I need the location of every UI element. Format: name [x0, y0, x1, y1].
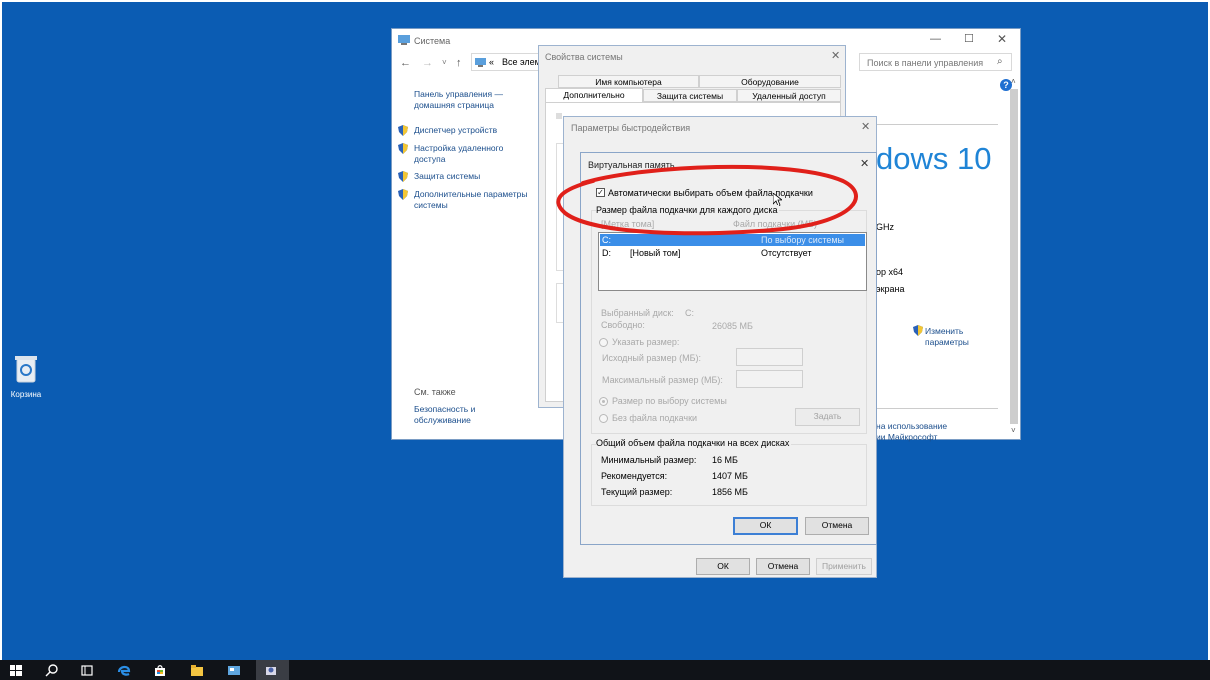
system-managed-radio[interactable] [599, 397, 608, 406]
drive-list[interactable]: C: По выбору системы D: [Новый том] Отсу… [598, 232, 867, 291]
tab-hardware[interactable]: Оборудование [699, 75, 841, 88]
advanced-settings-link[interactable]: Дополнительные параметры системы [414, 189, 544, 211]
min-size-label: Минимальный размер: [601, 455, 697, 465]
scroll-up-icon[interactable]: ˄ [1011, 77, 1016, 86]
divider [876, 408, 998, 409]
cpu-speed-text: GHz [876, 222, 894, 232]
drive-letter: D: [602, 248, 611, 258]
scrollbar[interactable] [1010, 89, 1018, 424]
change-settings-link[interactable]: Изменить параметры [925, 326, 985, 348]
current-size-value: 1856 МБ [712, 487, 748, 497]
start-icon[interactable] [9, 664, 23, 677]
device-manager-link[interactable]: Диспетчер устройств [414, 125, 497, 136]
system-icon [398, 35, 410, 45]
edge-icon[interactable] [117, 664, 131, 677]
free-space-value: 26085 МБ [712, 321, 753, 331]
up-icon[interactable]: ↑ [456, 57, 462, 69]
close-button[interactable]: ✕ [997, 32, 1007, 46]
free-space-label: Свободно: [601, 320, 645, 330]
chevron-down-icon[interactable]: ˅ [442, 58, 447, 67]
shield-icon [398, 125, 408, 136]
close-button[interactable]: ✕ [831, 49, 840, 62]
divider [876, 124, 998, 125]
system-managed-label: Размер по выбору системы [612, 396, 727, 406]
back-icon[interactable]: ← [400, 57, 411, 69]
shield-icon [398, 189, 408, 200]
computer-icon [475, 58, 486, 67]
search-input[interactable]: Поиск в панели управления ⌕ [859, 53, 1012, 71]
recycle-bin-icon [15, 356, 37, 383]
control-panel-home-link[interactable]: Панель управления — домашняя страница [414, 89, 524, 111]
maximize-button[interactable]: ☐ [964, 32, 974, 45]
remote-settings-link[interactable]: Настройка удаленного доступа [414, 143, 524, 165]
cancel-button[interactable]: Отмена [805, 517, 869, 535]
search-placeholder: Поиск в панели управления [867, 58, 984, 68]
minimize-button[interactable]: — [930, 33, 941, 45]
set-button[interactable]: Задать [795, 408, 860, 426]
selected-disk-value: C: [685, 308, 694, 318]
drive-size: Отсутствует [761, 248, 812, 258]
scroll-down-icon[interactable]: ˅ [1011, 426, 1016, 435]
total-group-label: Общий объем файла подкачки на всех диска… [596, 438, 792, 448]
file-explorer-icon[interactable] [190, 664, 204, 677]
drive-label: [Новый том] [630, 248, 681, 258]
address-text: Все элем [502, 57, 541, 67]
see-also-heading: См. также [414, 387, 456, 397]
ok-button[interactable]: ОК [733, 517, 798, 535]
address-bar[interactable]: « Все элем [471, 53, 541, 71]
tab-advanced[interactable]: Дополнительно [545, 88, 643, 103]
task-view-icon[interactable] [80, 664, 94, 677]
shield-icon [398, 143, 408, 154]
system-type-text: ор x64 [876, 267, 904, 277]
shield-icon [398, 171, 408, 182]
red-highlight-ellipse [556, 164, 858, 236]
tab-system-protection[interactable]: Защита системы [643, 89, 737, 102]
tab-remote[interactable]: Удаленный доступ [737, 89, 841, 102]
address-separator-icon: « [489, 57, 495, 67]
no-paging-file-label: Без файла подкачки [612, 413, 698, 423]
security-maintenance-link[interactable]: Безопасность и обслуживание [414, 404, 504, 426]
recycle-bin-label: Корзина [10, 390, 42, 399]
license-link[interactable]: на использование [876, 421, 947, 432]
max-size-input[interactable] [736, 370, 803, 388]
system-properties-icon[interactable] [264, 664, 278, 677]
apply-button[interactable]: Применить [816, 558, 872, 575]
close-button[interactable]: ✕ [861, 120, 870, 133]
control-panel-icon[interactable] [227, 664, 241, 677]
tab-computer-name[interactable]: Имя компьютера [558, 75, 699, 88]
no-paging-file-radio[interactable] [599, 414, 608, 423]
windows-10-logo-text: dows 10 [876, 141, 992, 176]
license-link-2[interactable]: ии Майкрософт [876, 432, 937, 443]
min-size-value: 16 МБ [712, 455, 738, 465]
custom-size-radio[interactable] [599, 338, 608, 347]
panel-fragment [556, 113, 562, 119]
selected-disk-label: Выбранный диск: [601, 308, 674, 318]
recommended-label: Рекомендуется: [601, 471, 668, 481]
window-title: Параметры быстродействия [571, 123, 691, 133]
search-icon: ⌕ [997, 56, 1003, 67]
pen-touch-text: экрана [876, 284, 905, 294]
current-size-label: Текущий размер: [601, 487, 673, 497]
store-icon[interactable] [153, 664, 167, 677]
cancel-button[interactable]: Отмена [756, 558, 810, 575]
custom-size-label: Указать размер: [612, 337, 680, 347]
forward-icon[interactable]: → [422, 57, 433, 69]
shield-icon [913, 325, 923, 336]
max-size-label: Максимальный размер (МБ): [602, 375, 723, 385]
initial-size-input[interactable] [736, 348, 803, 366]
recycle-bin[interactable]: Корзина [8, 354, 44, 399]
window-title: Свойства системы [545, 52, 623, 62]
initial-size-label: Исходный размер (МБ): [602, 353, 702, 363]
ok-button[interactable]: ОК [696, 558, 750, 575]
window-title: Система [414, 36, 451, 46]
search-icon[interactable] [45, 664, 59, 677]
list-item[interactable]: D: [Новый том] Отсутствует [600, 247, 865, 259]
recommended-value: 1407 МБ [712, 471, 748, 481]
system-protection-link[interactable]: Защита системы [414, 171, 480, 182]
taskbar [0, 660, 1210, 680]
